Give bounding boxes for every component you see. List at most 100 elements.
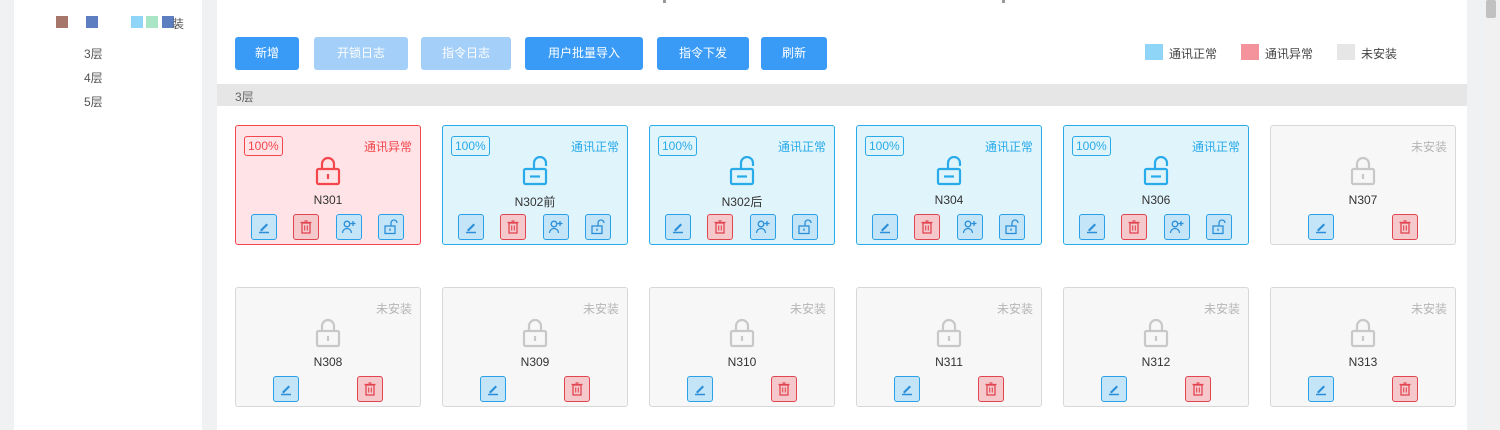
room-card[interactable]: 100% 通讯正常 N306 bbox=[1063, 125, 1249, 245]
edit-icon bbox=[1087, 223, 1097, 234]
add-user-button[interactable] bbox=[750, 214, 776, 240]
remote-unlock-button[interactable] bbox=[378, 214, 404, 240]
unlock-icon bbox=[1005, 219, 1019, 235]
room-card[interactable]: 未安装 N309 bbox=[442, 287, 628, 407]
battery-badge: 100% bbox=[658, 136, 697, 156]
delete-button[interactable] bbox=[771, 376, 797, 402]
battery-badge: 100% bbox=[865, 136, 904, 156]
unlock-icon bbox=[1212, 219, 1226, 235]
delete-button[interactable] bbox=[564, 376, 590, 402]
edit-button[interactable] bbox=[894, 376, 920, 402]
legend-normal-swatch bbox=[1145, 44, 1163, 60]
room-name: N313 bbox=[1348, 355, 1378, 369]
edit-icon bbox=[1316, 385, 1326, 396]
status-label: 未安装 bbox=[1203, 302, 1240, 316]
refresh-button[interactable]: 刷新 bbox=[761, 37, 827, 70]
status-label: 未安装 bbox=[375, 302, 412, 316]
remote-unlock-button[interactable] bbox=[1206, 214, 1232, 240]
edit-button[interactable] bbox=[665, 214, 691, 240]
command-send-button[interactable]: 指令下发 bbox=[657, 37, 749, 70]
scrollbar-thumb[interactable] bbox=[1486, 0, 1496, 18]
cut-off-text bbox=[663, 0, 666, 3]
command-log-button[interactable]: 指令日志 bbox=[421, 37, 511, 70]
add-user-icon bbox=[341, 220, 356, 234]
edit-button[interactable] bbox=[1101, 376, 1127, 402]
swatch bbox=[146, 16, 158, 28]
floor-header: 3层 bbox=[217, 84, 1467, 106]
trash-icon bbox=[300, 220, 312, 234]
edit-button[interactable] bbox=[480, 376, 506, 402]
room-card[interactable]: 未安装 N307 bbox=[1270, 125, 1456, 245]
swatch bbox=[56, 16, 68, 28]
unlock-icon bbox=[591, 219, 605, 235]
battery-badge: 100% bbox=[1072, 136, 1111, 156]
tree-item-floor-4[interactable]: 4层 bbox=[84, 69, 103, 86]
trash-icon bbox=[1128, 220, 1140, 234]
tree-item-floor-3[interactable]: 3层 bbox=[84, 45, 103, 62]
status-label: 通讯异常 bbox=[363, 140, 412, 154]
unlock-icon bbox=[798, 219, 812, 235]
remote-unlock-button[interactable] bbox=[999, 214, 1025, 240]
unlock-icon bbox=[935, 155, 963, 186]
batch-import-button[interactable]: 用户批量导入 bbox=[525, 37, 643, 70]
delete-button[interactable] bbox=[1392, 214, 1418, 240]
tree-item-floor-5[interactable]: 5层 bbox=[84, 93, 103, 110]
room-name: N311 bbox=[935, 355, 963, 369]
status-label: 通讯正常 bbox=[1191, 140, 1240, 154]
lock-icon bbox=[521, 318, 549, 348]
status-label: 未安装 bbox=[789, 302, 826, 316]
room-card[interactable]: 100% 通讯异常 N301 bbox=[235, 125, 421, 245]
edit-button[interactable] bbox=[1079, 214, 1105, 240]
room-card[interactable]: 未安装 N313 bbox=[1270, 287, 1456, 407]
add-user-button[interactable] bbox=[336, 214, 362, 240]
edit-button[interactable] bbox=[273, 376, 299, 402]
room-card[interactable]: 未安装 N310 bbox=[649, 287, 835, 407]
edit-button[interactable] bbox=[687, 376, 713, 402]
trash-icon bbox=[1192, 382, 1204, 396]
add-user-button[interactable] bbox=[957, 214, 983, 240]
add-user-button[interactable] bbox=[543, 214, 569, 240]
room-name: N308 bbox=[313, 355, 343, 369]
delete-button[interactable] bbox=[707, 214, 733, 240]
room-card[interactable]: 100% 通讯正常 N302后 bbox=[649, 125, 835, 245]
status-label: 通讯正常 bbox=[984, 140, 1033, 154]
room-card[interactable]: 100% 通讯正常 N302前 bbox=[442, 125, 628, 245]
room-card[interactable]: 100% 通讯正常 N304 bbox=[856, 125, 1042, 245]
delete-button[interactable] bbox=[978, 376, 1004, 402]
delete-button[interactable] bbox=[500, 214, 526, 240]
main-panel: 新增 开锁日志 指令日志 用户批量导入 指令下发 刷新 通讯正常 通讯异常 未安… bbox=[217, 0, 1467, 430]
edit-button[interactable] bbox=[872, 214, 898, 240]
status-label: 通讯正常 bbox=[777, 140, 826, 154]
edit-button[interactable] bbox=[251, 214, 277, 240]
unlock-log-button[interactable]: 开锁日志 bbox=[314, 37, 408, 70]
trash-icon bbox=[985, 382, 997, 396]
remote-unlock-button[interactable] bbox=[792, 214, 818, 240]
add-button[interactable]: 新增 bbox=[235, 37, 299, 70]
edit-button[interactable] bbox=[1308, 214, 1334, 240]
remote-unlock-button[interactable] bbox=[585, 214, 611, 240]
delete-button[interactable] bbox=[1392, 376, 1418, 402]
edit-icon bbox=[902, 385, 912, 396]
delete-button[interactable] bbox=[1121, 214, 1147, 240]
lock-icon bbox=[314, 156, 342, 186]
room-card[interactable]: 未安装 N308 bbox=[235, 287, 421, 407]
edit-button[interactable] bbox=[458, 214, 484, 240]
room-card[interactable]: 未安装 N311 bbox=[856, 287, 1042, 407]
add-user-button[interactable] bbox=[1164, 214, 1190, 240]
trash-icon bbox=[778, 382, 790, 396]
room-card[interactable]: 未安装 N312 bbox=[1063, 287, 1249, 407]
edit-button[interactable] bbox=[1308, 376, 1334, 402]
delete-button[interactable] bbox=[293, 214, 319, 240]
trash-icon bbox=[1399, 220, 1411, 234]
delete-button[interactable] bbox=[357, 376, 383, 402]
delete-button[interactable] bbox=[1185, 376, 1211, 402]
edit-icon bbox=[488, 385, 498, 396]
edit-icon bbox=[466, 223, 476, 234]
edit-icon bbox=[695, 385, 705, 396]
room-name: N310 bbox=[727, 355, 757, 369]
battery-badge: 100% bbox=[451, 136, 490, 156]
edit-icon bbox=[281, 385, 291, 396]
edit-icon bbox=[880, 223, 890, 234]
delete-button[interactable] bbox=[914, 214, 940, 240]
scrollbar-track[interactable] bbox=[1484, 0, 1500, 430]
